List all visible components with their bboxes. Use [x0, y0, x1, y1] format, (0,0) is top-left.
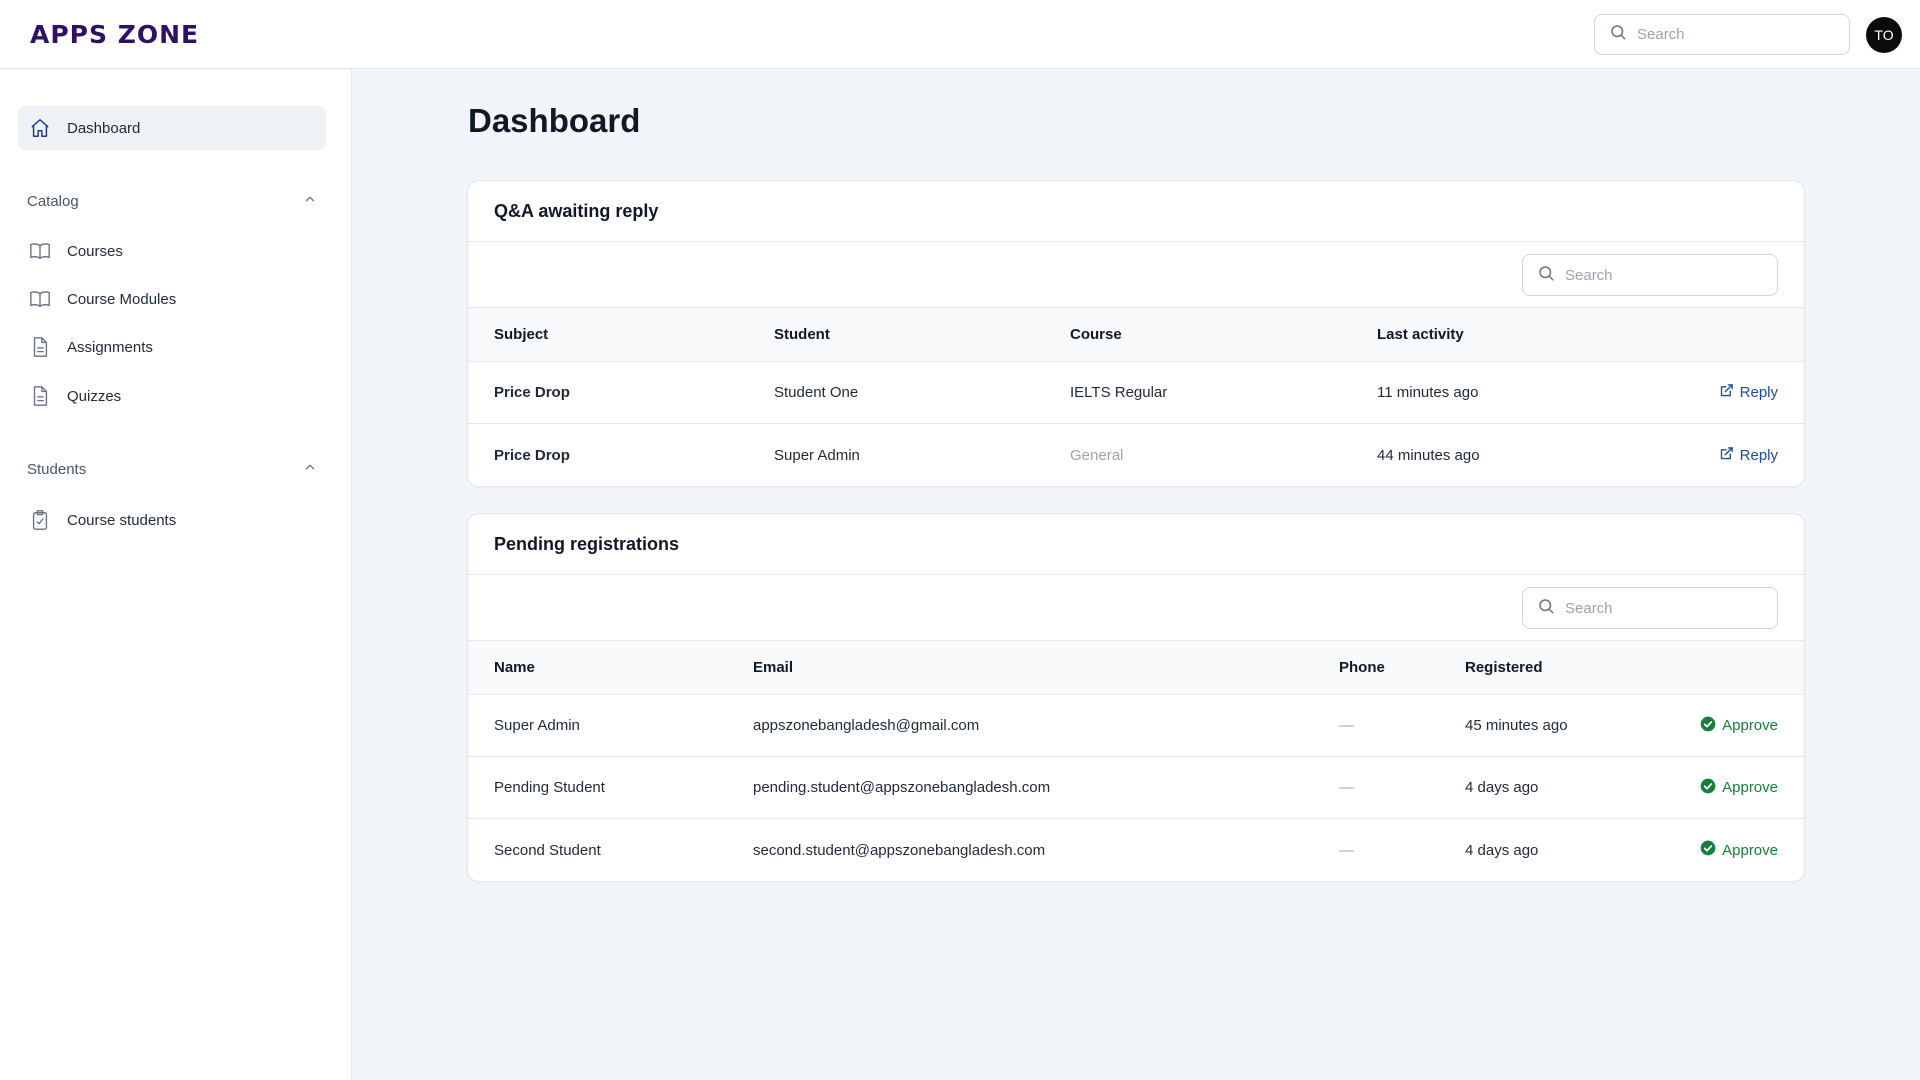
- chevron-up-icon: [303, 460, 317, 478]
- qa-card-title: Q&A awaiting reply: [468, 181, 1804, 242]
- sidebar: Dashboard Catalog Courses Course Modules…: [0, 70, 352, 1080]
- sidebar-item-assignments[interactable]: Assignments: [18, 325, 326, 369]
- registration-phone: —: [1339, 779, 1354, 796]
- column-header-subject[interactable]: Subject: [494, 308, 548, 361]
- registration-email: appszonebangladesh@gmail.com: [753, 717, 980, 734]
- qa-subject: Price Drop: [494, 446, 570, 464]
- user-avatar[interactable]: TO: [1866, 17, 1902, 53]
- qa-search[interactable]: [1522, 254, 1778, 296]
- book-open-icon: [28, 239, 52, 263]
- sidebar-item-label: Courses: [67, 242, 123, 260]
- registrations-search[interactable]: [1522, 587, 1778, 629]
- search-icon: [1537, 264, 1555, 287]
- registration-name: Pending Student: [494, 779, 605, 796]
- registration-phone: —: [1339, 717, 1354, 734]
- document-icon: [28, 335, 52, 359]
- book-open-icon: [28, 287, 52, 311]
- reply-button[interactable]: Reply: [1719, 362, 1778, 423]
- registration-email: second.student@appszonebangladesh.com: [753, 841, 1046, 859]
- header-search[interactable]: [1594, 14, 1850, 55]
- sidebar-item-label: Quizzes: [67, 387, 122, 405]
- check-circle-icon: [1700, 716, 1716, 736]
- qa-last-activity: 44 minutes ago: [1377, 446, 1480, 464]
- sidebar-item-label: Dashboard: [67, 119, 141, 137]
- qa-student: Student One: [774, 384, 859, 401]
- search-icon: [1537, 597, 1555, 620]
- column-header-student[interactable]: Student: [774, 308, 830, 361]
- home-icon: [28, 116, 52, 140]
- reply-button[interactable]: Reply: [1719, 424, 1778, 486]
- sidebar-group-students[interactable]: Students: [27, 457, 317, 481]
- approve-label: Approve: [1722, 717, 1778, 734]
- qa-table-header: Subject Student Course Last activity: [468, 308, 1804, 362]
- external-link-icon: [1719, 446, 1734, 465]
- check-circle-icon: [1700, 840, 1716, 860]
- approve-label: Approve: [1722, 841, 1778, 859]
- registration-name: Super Admin: [494, 717, 580, 734]
- registration-date: 4 days ago: [1465, 779, 1539, 796]
- table-row: Pending Student pending.student@appszone…: [468, 757, 1804, 819]
- registration-date: 4 days ago: [1465, 841, 1539, 859]
- approve-button[interactable]: Approve: [1700, 757, 1778, 818]
- sidebar-item-label: Course students: [67, 511, 177, 529]
- column-header-email[interactable]: Email: [753, 641, 793, 694]
- table-row: Price Drop Super Admin General 44 minute…: [468, 424, 1804, 486]
- approve-label: Approve: [1722, 779, 1778, 796]
- registrations-toolbar: [468, 575, 1804, 641]
- qa-course: IELTS Regular: [1070, 384, 1168, 401]
- reply-label: Reply: [1739, 384, 1778, 401]
- app-logo[interactable]: APPS ZONE: [30, 20, 199, 49]
- qa-student: Super Admin: [774, 446, 860, 464]
- sidebar-item-course-modules[interactable]: Course Modules: [18, 277, 326, 321]
- sidebar-item-quizzes[interactable]: Quizzes: [18, 374, 326, 418]
- qa-toolbar: [468, 242, 1804, 308]
- table-row: Super Admin appszonebangladesh@gmail.com…: [468, 695, 1804, 757]
- check-circle-icon: [1700, 778, 1716, 798]
- column-header-phone[interactable]: Phone: [1339, 641, 1385, 694]
- external-link-icon: [1719, 383, 1734, 402]
- document-icon: [28, 384, 52, 408]
- registration-phone: —: [1339, 841, 1354, 859]
- registration-name: Second Student: [494, 841, 601, 859]
- approve-button[interactable]: Approve: [1700, 695, 1778, 756]
- sidebar-item-label: Assignments: [67, 338, 153, 356]
- sidebar-item-courses[interactable]: Courses: [18, 229, 326, 273]
- chevron-up-icon: [303, 192, 317, 210]
- column-header-name[interactable]: Name: [494, 641, 535, 694]
- search-icon: [1609, 23, 1627, 46]
- column-header-registered[interactable]: Registered: [1465, 641, 1543, 694]
- top-bar: APPS ZONE TO: [0, 0, 1920, 69]
- sidebar-group-catalog[interactable]: Catalog: [27, 189, 317, 213]
- sidebar-item-dashboard[interactable]: Dashboard: [18, 106, 326, 150]
- registrations-card-title: Pending registrations: [468, 514, 1804, 575]
- sidebar-group-label: Students: [27, 460, 87, 478]
- reply-label: Reply: [1739, 446, 1778, 464]
- qa-card: Q&A awaiting reply Subject Student Cours…: [467, 180, 1805, 487]
- registration-email: pending.student@appszonebangladesh.com: [753, 779, 1051, 796]
- clipboard-check-icon: [28, 508, 52, 532]
- qa-subject: Price Drop: [494, 384, 570, 401]
- sidebar-item-course-students[interactable]: Course students: [18, 498, 326, 542]
- qa-last-activity: 11 minutes ago: [1377, 384, 1479, 401]
- registrations-table-header: Name Email Phone Registered: [468, 641, 1804, 695]
- sidebar-item-label: Course Modules: [67, 290, 177, 308]
- header-search-input[interactable]: [1637, 26, 1817, 43]
- column-header-course[interactable]: Course: [1070, 308, 1122, 361]
- sidebar-group-label: Catalog: [27, 192, 79, 210]
- approve-button[interactable]: Approve: [1700, 819, 1778, 881]
- registrations-card: Pending registrations Name Email Phone R…: [467, 513, 1805, 882]
- page-title: Dashboard: [468, 102, 641, 139]
- qa-course: General: [1070, 446, 1124, 464]
- registrations-search-input[interactable]: [1565, 599, 1745, 617]
- qa-search-input[interactable]: [1565, 266, 1745, 284]
- registration-date: 45 minutes ago: [1465, 717, 1568, 734]
- table-row: Price Drop Student One IELTS Regular 11 …: [468, 362, 1804, 424]
- table-row: Second Student second.student@appszoneba…: [468, 819, 1804, 881]
- column-header-last-activity[interactable]: Last activity: [1377, 308, 1464, 361]
